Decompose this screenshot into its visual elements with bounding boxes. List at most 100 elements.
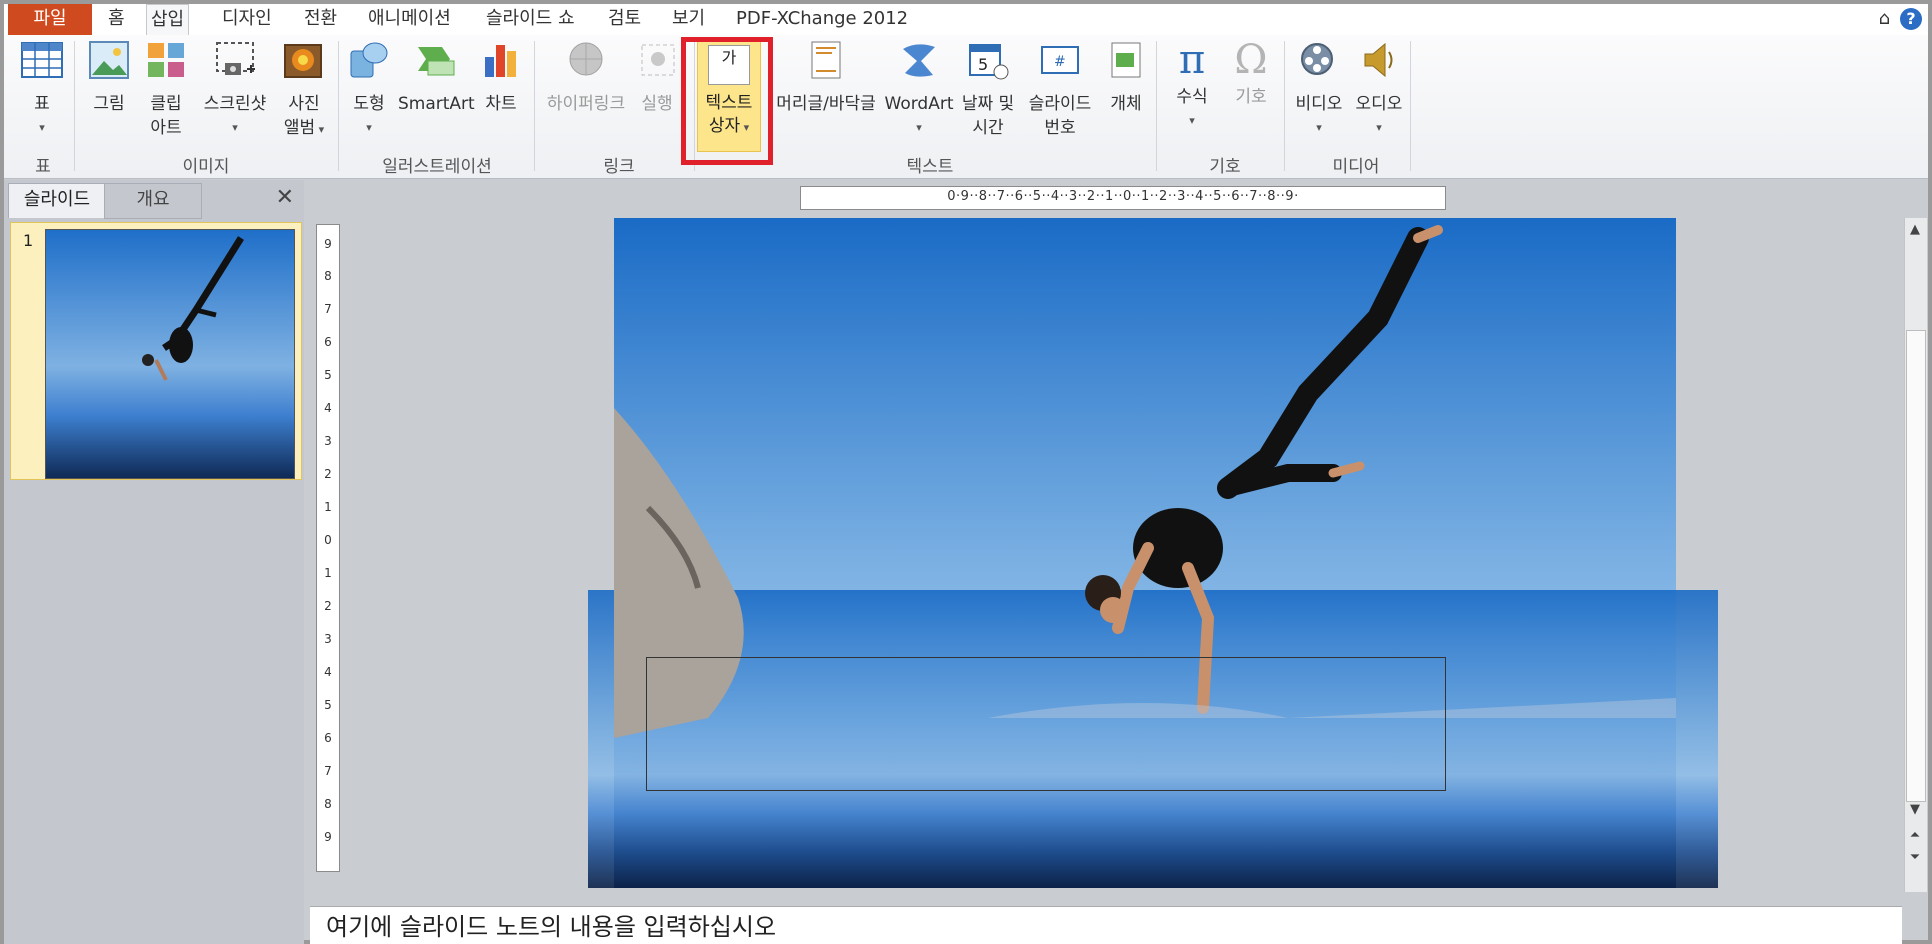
slide-thumbnail[interactable] bbox=[45, 229, 295, 479]
shapes-icon bbox=[350, 42, 388, 78]
pi-icon: π bbox=[1178, 37, 1206, 83]
photo-album-button[interactable]: 사진 앨범 ▾ bbox=[274, 39, 334, 142]
group-illustrations-label: 일러스트레이션 bbox=[382, 157, 492, 177]
clipart-button[interactable]: 클립 아트 bbox=[140, 39, 192, 140]
group-images-label: 이미지 bbox=[182, 157, 230, 177]
screenshot-icon bbox=[216, 42, 255, 75]
tab-review[interactable]: 검토 bbox=[604, 4, 645, 35]
header-footer-button[interactable]: 머리글/바닥글 bbox=[776, 39, 876, 116]
chevron-down-icon: ▾ bbox=[366, 121, 372, 134]
ruler-tick: 5 bbox=[324, 368, 332, 382]
equation-label: 수식 bbox=[1176, 87, 1208, 107]
scroll-down-icon[interactable]: ▼ bbox=[1906, 802, 1924, 817]
ruler-tick: 3 bbox=[324, 632, 332, 646]
object-button[interactable]: 개체 bbox=[1100, 39, 1152, 116]
smartart-label: SmartArt bbox=[398, 94, 475, 114]
ruler-tick: 8 bbox=[324, 797, 332, 811]
slide-number-label-1: 슬라이드 bbox=[1028, 94, 1092, 114]
group-table-label: 표 bbox=[35, 157, 51, 177]
speaker-icon bbox=[1364, 42, 1393, 78]
date-time-label-1: 날짜 및 bbox=[961, 94, 1015, 114]
clipart-label-2: 아트 bbox=[150, 118, 182, 138]
chevron-down-icon: ▾ bbox=[1316, 121, 1322, 134]
highlight-box bbox=[681, 37, 773, 165]
file-tab[interactable]: 파일 bbox=[8, 4, 92, 35]
slide-number: 1 bbox=[23, 231, 34, 250]
group-separator bbox=[74, 41, 75, 171]
screenshot-button[interactable]: 스크린샷 ▾ bbox=[196, 39, 274, 140]
empty-textbox-placeholder[interactable] bbox=[646, 657, 1446, 791]
chevron-down-icon: ▾ bbox=[916, 121, 922, 134]
tab-pdfxchange[interactable]: PDF-XChange 2012 bbox=[732, 4, 912, 35]
group-links-label: 링크 bbox=[603, 157, 635, 177]
chevron-down-icon: ▾ bbox=[1376, 121, 1382, 134]
picture-button[interactable]: 그림 bbox=[82, 39, 136, 116]
close-icon[interactable]: ✕ bbox=[276, 185, 294, 210]
menu-bar: 파일 홈 삽입 디자인 전환 애니메이션 슬라이드 쇼 검토 보기 PDF-XC… bbox=[4, 4, 1928, 37]
help-icon[interactable]: ? bbox=[1900, 8, 1922, 30]
video-button[interactable]: 비디오 ▾ bbox=[1290, 39, 1348, 140]
smartart-button[interactable]: SmartArt bbox=[398, 39, 475, 116]
scroll-up-icon[interactable]: ▲ bbox=[1906, 222, 1924, 237]
ruler-tick: 2 bbox=[324, 467, 332, 481]
slide-number-button[interactable]: # 슬라이드 번호 bbox=[1022, 39, 1098, 140]
ruler-tick: 9 bbox=[324, 830, 332, 844]
tab-insert[interactable]: 삽입 bbox=[146, 4, 190, 37]
tab-slideshow[interactable]: 슬라이드 쇼 bbox=[482, 4, 579, 35]
ruler-tick: 0 bbox=[324, 533, 332, 547]
header-footer-icon bbox=[811, 41, 841, 79]
tab-design[interactable]: 디자인 bbox=[218, 4, 276, 35]
shapes-button[interactable]: 도형 ▾ bbox=[344, 39, 394, 140]
tab-home[interactable]: 홈 bbox=[104, 4, 129, 35]
tab-slides[interactable]: 슬라이드 bbox=[8, 183, 106, 218]
scrollbar-thumb[interactable] bbox=[1906, 330, 1926, 802]
ruler-tick: 4 bbox=[324, 665, 332, 679]
notes-pane[interactable]: 여기에 슬라이드 노트의 내용을 입력하십시오 bbox=[310, 906, 1902, 944]
date-time-label-2: 시간 bbox=[972, 118, 1004, 138]
slide-thumbnail-image bbox=[46, 230, 294, 478]
chevron-down-icon: ▾ bbox=[1189, 114, 1195, 127]
hyperlink-globe-icon bbox=[569, 42, 603, 76]
chart-button[interactable]: 차트 bbox=[476, 39, 526, 116]
symbol-button[interactable]: Ω 기호 bbox=[1224, 39, 1278, 109]
tab-animations[interactable]: 애니메이션 bbox=[364, 4, 455, 35]
audio-button[interactable]: 오디오 ▾ bbox=[1350, 39, 1408, 140]
slide-thumbnail-row[interactable]: 1 bbox=[10, 222, 302, 480]
wordart-button[interactable]: WordArt ▾ bbox=[880, 39, 958, 140]
photo-album-label-2: 앨범 bbox=[283, 118, 316, 138]
equation-button[interactable]: π 수식 ▾ bbox=[1164, 39, 1220, 133]
tab-outline[interactable]: 개요 bbox=[104, 183, 202, 219]
symbol-label: 기호 bbox=[1235, 87, 1267, 107]
ruler-tick: 3 bbox=[324, 434, 332, 448]
screenshot-label: 스크린샷 bbox=[203, 94, 267, 114]
clipart-icon bbox=[148, 43, 184, 77]
photo-album-label-1: 사진 bbox=[288, 94, 320, 114]
slide-number-icon: # bbox=[1041, 46, 1079, 74]
ruler-tick: 6 bbox=[324, 335, 332, 349]
svg-text:#: # bbox=[1054, 54, 1066, 70]
ruler-tick: 1 bbox=[324, 500, 332, 514]
tab-view[interactable]: 보기 bbox=[668, 4, 709, 35]
collapse-ribbon-icon[interactable]: ⌂ bbox=[1879, 8, 1890, 29]
ruler-tick: 5 bbox=[324, 698, 332, 712]
action-button[interactable]: 실행 bbox=[636, 39, 678, 116]
wordart-label: WordArt bbox=[884, 94, 954, 114]
slide-number-label-2: 번호 bbox=[1044, 118, 1076, 138]
next-slide-icon[interactable]: ⏷ bbox=[1906, 850, 1924, 865]
chevron-down-icon: ▾ bbox=[315, 123, 325, 136]
calendar-icon: 5 bbox=[969, 44, 1009, 80]
date-time-button[interactable]: 5 날짜 및 시간 bbox=[954, 39, 1022, 140]
tab-transitions[interactable]: 전환 bbox=[300, 4, 341, 35]
video-label: 비디오 bbox=[1295, 94, 1343, 114]
smartart-icon bbox=[418, 47, 455, 76]
group-separator bbox=[338, 41, 339, 171]
previous-slide-icon[interactable]: ⏶ bbox=[1906, 828, 1924, 843]
hyperlink-label: 하이퍼링크 bbox=[546, 94, 626, 114]
ruler-tick: 8 bbox=[324, 269, 332, 283]
hyperlink-button[interactable]: 하이퍼링크 bbox=[540, 39, 632, 116]
table-button[interactable]: 표 ▾ bbox=[14, 39, 70, 140]
picture-label: 그림 bbox=[93, 94, 125, 114]
ruler-tick: 7 bbox=[324, 764, 332, 778]
film-reel-icon bbox=[1301, 43, 1333, 75]
ruler-tick: 9 bbox=[324, 237, 332, 251]
